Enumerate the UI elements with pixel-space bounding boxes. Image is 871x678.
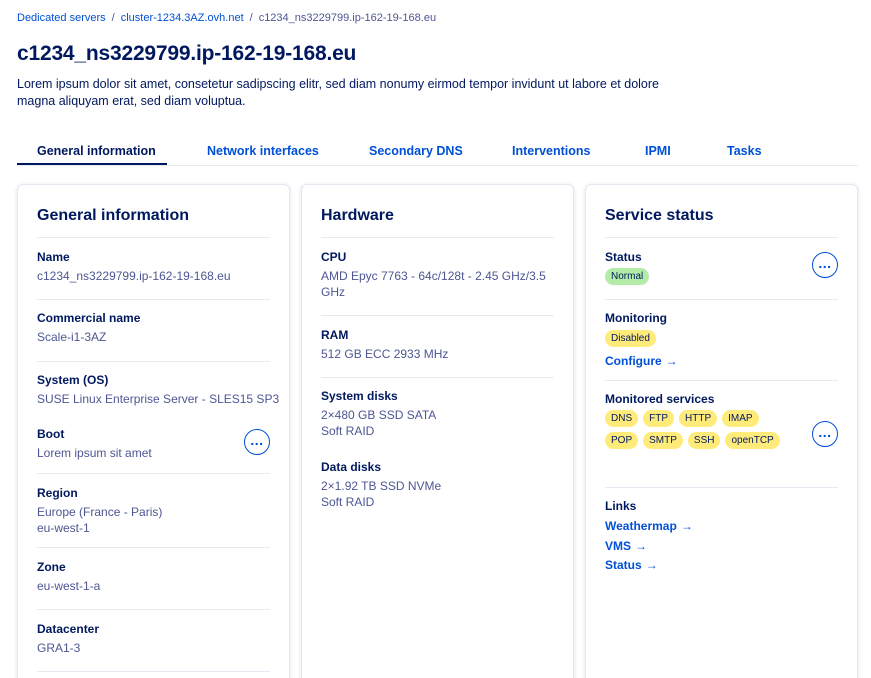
- service-badge: FTP: [643, 410, 675, 427]
- tile-label: Data disks: [321, 460, 382, 474]
- tile-divider: [37, 671, 270, 673]
- tile-label: Datacenter: [37, 622, 100, 636]
- card-title: General information: [37, 207, 190, 224]
- tile-value: Soft RAID: [321, 424, 375, 438]
- tile-region: Region Europe (France - Paris) eu-west-1: [37, 473, 270, 547]
- tile-name: Name c1234_ns3229799.ip-162-19-168.eu: [37, 237, 270, 299]
- vms-link[interactable]: VMS →: [605, 539, 647, 553]
- tab-bar: General information Network interfaces S…: [17, 140, 858, 166]
- breadcrumb-separator: /: [249, 12, 253, 24]
- tile-value: 2×1.92 TB SSD NVMe: [321, 479, 442, 493]
- tile-value: Lorem ipsum sit amet: [37, 446, 152, 460]
- tile-status: Status Normal ...: [605, 237, 838, 299]
- tile-value: Scale-i1-3AZ: [37, 330, 107, 344]
- tile-label: Monitored services: [605, 392, 715, 406]
- service-badge: SMTP: [643, 432, 683, 449]
- tile-value: eu-west-1-a: [37, 579, 101, 593]
- page-description: Lorem ipsum dolor sit amet, consetetur s…: [17, 77, 659, 108]
- ellipsis-icon: ...: [818, 254, 832, 271]
- boot-menu-button[interactable]: ...: [244, 429, 270, 455]
- monitored-services-menu-button[interactable]: ...: [812, 421, 838, 447]
- tile-value: SUSE Linux Enterprise Server - SLES15 SP…: [37, 392, 280, 406]
- monitored-services-badges: DNS FTP HTTP IMAP POP SMTP SSH openTCP: [605, 410, 795, 449]
- tile-label: Boot: [37, 427, 65, 441]
- hardware-card: Hardware CPU AMD Epyc 7763 - 64c/128t - …: [301, 184, 574, 678]
- tile-label: RAM: [321, 328, 349, 342]
- breadcrumb-current: c1234_ns3229799.ip-162-19-168.eu: [258, 12, 437, 24]
- status-menu-button[interactable]: ...: [812, 252, 838, 278]
- tile-datacenter: Datacenter GRA1-3: [37, 609, 270, 671]
- tile-label: CPU: [321, 250, 347, 264]
- ellipsis-icon: ...: [818, 423, 832, 440]
- tile-label: Links: [605, 499, 637, 513]
- tab-network-interfaces[interactable]: Network interfaces: [207, 144, 319, 158]
- tab-secondary-dns[interactable]: Secondary DNS: [369, 144, 463, 158]
- ellipsis-icon: ...: [250, 431, 264, 448]
- tile-value: Europe (France - Paris): [37, 505, 163, 519]
- arrow-right-icon: →: [635, 539, 648, 553]
- service-badge: DNS: [605, 410, 639, 427]
- tile-label: Status: [605, 250, 642, 264]
- tile-value: GHz: [321, 285, 345, 299]
- tile-value: c1234_ns3229799.ip-162-19-168.eu: [37, 269, 231, 283]
- tile-label: Region: [37, 486, 78, 500]
- general-information-card: General information Name c1234_ns3229799…: [17, 184, 290, 678]
- configure-link-label: Configure: [605, 354, 662, 368]
- tab-tasks[interactable]: Tasks: [727, 144, 762, 158]
- vms-link-label: VMS: [605, 539, 632, 553]
- tab-interventions[interactable]: Interventions: [512, 144, 591, 158]
- tile-data-disks: Data disks 2×1.92 TB SSD NVMe Soft RAID: [321, 449, 554, 529]
- breadcrumb: Dedicated servers / cluster-1234.3AZ.ovh…: [17, 12, 436, 24]
- tile-cpu: CPU AMD Epyc 7763 - 64c/128t - 2.45 GHz/…: [321, 237, 554, 315]
- arrow-right-icon: →: [680, 519, 693, 533]
- breadcrumb-cluster[interactable]: cluster-1234.3AZ.ovh.net: [121, 12, 244, 24]
- status-link-label: Status: [605, 558, 642, 572]
- tile-value: AMD Epyc 7763 - 64c/128t - 2.45 GHz/3.5: [321, 269, 546, 283]
- tile-system-disks: System disks 2×480 GB SSD SATA Soft RAID: [321, 377, 554, 449]
- tile-links: Links Weathermap → VMS → Status →: [605, 487, 838, 587]
- card-title: Service status: [605, 207, 714, 224]
- status-link[interactable]: Status →: [605, 558, 658, 572]
- breadcrumb-separator: /: [111, 12, 115, 24]
- tile-value: GRA1-3: [37, 641, 81, 655]
- service-badge: HTTP: [679, 410, 718, 427]
- tile-value: 512 GB ECC 2933 MHz: [321, 347, 449, 361]
- arrow-right-icon: →: [665, 354, 678, 368]
- tab-general-information[interactable]: General information: [37, 144, 156, 158]
- tile-label: Zone: [37, 560, 66, 574]
- tile-value: eu-west-1: [37, 521, 90, 535]
- tile-commercial-name: Commercial name Scale-i1-3AZ: [37, 299, 270, 361]
- tile-label: Name: [37, 250, 70, 264]
- configure-link[interactable]: Configure →: [605, 354, 678, 368]
- page-title: c1234_ns3229799.ip-162-19-168.eu: [17, 42, 357, 65]
- weathermap-link[interactable]: Weathermap →: [605, 519, 693, 533]
- monitoring-badge: Disabled: [605, 330, 656, 347]
- arrow-right-icon: →: [645, 558, 658, 572]
- weathermap-link-label: Weathermap: [605, 519, 677, 533]
- tile-label: System disks: [321, 389, 398, 403]
- service-status-card: Service status Status Normal ... Monitor…: [585, 184, 858, 678]
- tile-value: Soft RAID: [321, 495, 375, 509]
- card-title: Hardware: [321, 207, 394, 224]
- tile-zone: Zone eu-west-1-a: [37, 547, 270, 609]
- tile-boot: Boot Lorem ipsum sit amet ...: [37, 419, 270, 473]
- status-badge: Normal: [605, 268, 650, 285]
- service-badge: SSH: [687, 432, 721, 449]
- active-tab-indicator: [17, 163, 167, 165]
- service-badge: POP: [605, 432, 639, 449]
- tile-ram: RAM 512 GB ECC 2933 MHz: [321, 315, 554, 377]
- tile-monitored-services: Monitored services DNS FTP HTTP IMAP POP…: [605, 380, 838, 487]
- tile-label: Commercial name: [37, 311, 141, 325]
- tile-label: System (OS): [37, 373, 109, 387]
- tile-label: Monitoring: [605, 311, 667, 325]
- tile-value: 2×480 GB SSD SATA: [321, 408, 437, 422]
- tile-system-os: System (OS) SUSE Linux Enterprise Server…: [37, 361, 279, 419]
- tab-ipmi[interactable]: IPMI: [645, 144, 671, 158]
- breadcrumb-dedicated-servers[interactable]: Dedicated servers: [17, 12, 106, 24]
- tile-monitoring: Monitoring Disabled Configure →: [605, 299, 838, 380]
- service-badge: openTCP: [725, 432, 780, 449]
- service-badge: IMAP: [722, 410, 759, 427]
